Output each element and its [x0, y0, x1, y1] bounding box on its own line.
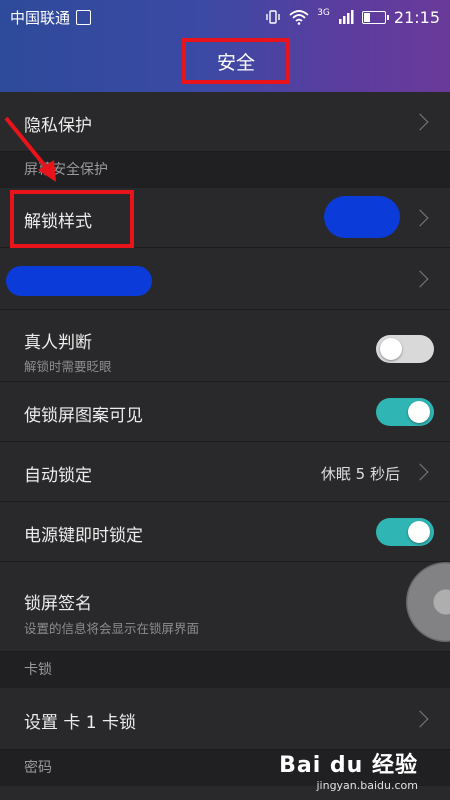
auto-lock-value: 休眠 5 秒后: [320, 465, 400, 483]
carrier-name: 中国联通: [10, 8, 71, 27]
chevron-right-icon: [411, 463, 429, 481]
vibrate-icon: [266, 10, 280, 24]
pattern-visible-toggle[interactable]: [376, 398, 434, 426]
power-key-lock-toggle[interactable]: [376, 518, 434, 546]
sim1-lock-item[interactable]: 设置 卡 1 卡锁: [0, 688, 450, 750]
chevron-right-icon: [411, 113, 429, 131]
header: 中国联通 3G 21:15 安全: [0, 0, 450, 92]
real-person-check-toggle[interactable]: [376, 335, 434, 363]
network-type: 3G: [317, 8, 330, 18]
chevron-right-icon: [411, 270, 429, 288]
auto-lock-item[interactable]: 自动锁定 休眠 5 秒后: [0, 442, 450, 502]
redaction-mark: [324, 196, 400, 238]
power-key-lock-item[interactable]: 电源键即时锁定: [0, 502, 450, 562]
status-bar: 中国联通 3G 21:15: [0, 0, 450, 34]
annotation-highlight-box: [10, 190, 134, 248]
battery-icon: [361, 10, 389, 24]
section-sim-lock: 卡锁: [0, 652, 450, 688]
sim-card-icon: [76, 9, 92, 25]
watermark: Bai du 经验 jingyan.baidu.com: [279, 753, 418, 792]
pattern-visible-item[interactable]: 使锁屏图案可见: [0, 382, 450, 442]
chevron-right-icon: [411, 209, 429, 227]
wifi-icon: [289, 10, 309, 25]
page-title: 安全: [182, 38, 290, 84]
signal-icon: [338, 10, 354, 24]
redaction-mark: [6, 266, 152, 296]
phone-screen: 中国联通 3G 21:15 安全 隐私保护 屏幕安全保护 解锁样式 真人判断 解…: [0, 0, 450, 800]
real-person-check-item[interactable]: 真人判断 解锁时需要眨眼: [0, 310, 450, 382]
chevron-right-icon: [411, 710, 429, 728]
clock: 21:15: [393, 7, 440, 27]
lock-signature-item[interactable]: 锁屏签名 设置的信息将会显示在锁屏界面: [0, 562, 450, 652]
annotation-arrow-icon: [4, 116, 56, 182]
